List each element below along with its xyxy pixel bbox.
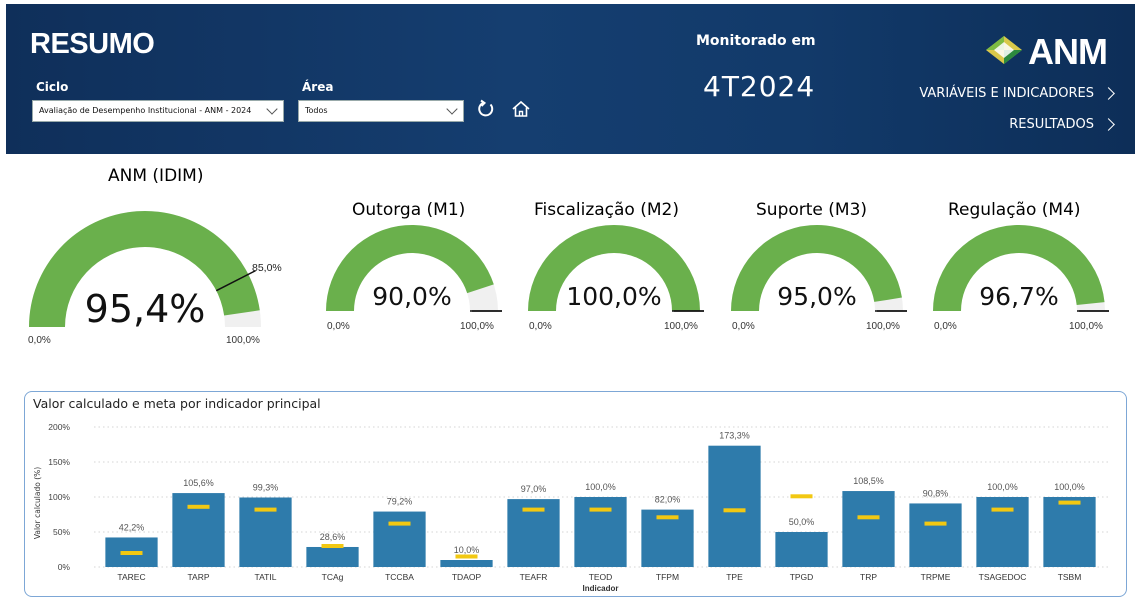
bar-TARP[interactable] — [172, 493, 225, 567]
bar-TSBM[interactable] — [1043, 497, 1096, 567]
bar-TSAGEDOC[interactable] — [976, 497, 1029, 567]
x-tick-label: TARP — [187, 572, 209, 582]
data-label: 100,0% — [585, 482, 616, 492]
gauge-m4: 96,7% 0,0% 100,0% — [933, 225, 1109, 332]
gauge-max-label: 100,0% — [866, 321, 900, 332]
x-tick-label: TSBM — [1058, 572, 1082, 582]
gauge-idim: 95,4% 0,0% 100,0% 85,0% — [28, 211, 282, 346]
x-tick-label: TSAGEDOC — [979, 572, 1027, 582]
meta-marker-TAREC — [120, 551, 143, 555]
x-tick-label: TPGD — [790, 572, 814, 582]
meta-marker-TSAGEDOC — [991, 507, 1014, 512]
gauge-max-label: 100,0% — [1069, 321, 1103, 332]
meta-marker-TPGD — [790, 494, 813, 499]
gauge-value: 96,7% — [979, 282, 1058, 311]
bar-TRP[interactable] — [842, 491, 895, 567]
x-tick-label: TFPM — [656, 572, 679, 582]
y-axis-label: Valor calculado (%) — [33, 467, 42, 539]
y-tick-label: 50% — [53, 527, 70, 537]
meta-marker-TARP — [187, 504, 210, 509]
data-label: 100,0% — [987, 482, 1018, 492]
bar-TDAOP[interactable] — [440, 560, 493, 567]
gauge-min-label: 0,0% — [28, 335, 51, 346]
gauge-target-label: 85,0% — [252, 262, 282, 274]
data-label: 105,6% — [183, 478, 214, 488]
bar-TCAg[interactable] — [306, 546, 359, 567]
meta-marker-TATIL — [254, 507, 277, 512]
x-axis-label: Indicador — [582, 584, 618, 593]
meta-marker-TCCBA — [388, 521, 411, 526]
gauge-max-label: 100,0% — [460, 321, 494, 332]
gauge-min-label: 0,0% — [934, 321, 957, 332]
meta-marker-TFPM — [656, 515, 679, 520]
data-label: 79,2% — [387, 497, 413, 507]
x-tick-label: TRP — [860, 572, 877, 582]
data-label: 108,5% — [853, 476, 884, 486]
y-tick-label: 100% — [48, 492, 70, 502]
meta-marker-TDAOP — [455, 554, 478, 559]
meta-marker-TPE — [723, 508, 746, 513]
bar-TPGD[interactable] — [775, 532, 828, 567]
x-tick-label: TAREC — [117, 572, 145, 582]
x-tick-label: TCAg — [322, 572, 344, 582]
data-label: 10,0% — [454, 545, 480, 555]
x-tick-label: TPE — [726, 572, 743, 582]
gauge-min-label: 0,0% — [327, 321, 350, 332]
data-label: 99,3% — [253, 482, 279, 492]
bar-TPE[interactable] — [708, 445, 761, 567]
gauge-min-label: 0,0% — [732, 321, 755, 332]
data-label: 90,8% — [923, 488, 949, 498]
meta-marker-TSBM — [1058, 500, 1081, 505]
data-label: 100,0% — [1054, 482, 1085, 492]
gauge-value: 95,0% — [777, 282, 856, 311]
y-tick-label: 150% — [48, 457, 70, 467]
gauge-min-label: 0,0% — [529, 321, 552, 332]
data-label: 97,0% — [521, 484, 547, 494]
x-tick-label: TEOD — [589, 572, 613, 582]
dashboard: RESUMO Ciclo Avaliação de Desempenho Ins… — [0, 0, 1135, 598]
x-tick-label: TCCBA — [385, 572, 414, 582]
meta-marker-TCAg — [321, 544, 344, 548]
meta-marker-TRPME — [924, 521, 947, 526]
bar-chart: Valor calculado (%) 0% 50% 100% 150% 200% 42,2… — [33, 422, 1109, 593]
gauge-value: 90,0% — [372, 282, 451, 311]
data-label: 42,2% — [119, 522, 145, 532]
gauge-max-label: 100,0% — [226, 335, 260, 346]
x-tick-label: TATIL — [255, 572, 277, 582]
meta-marker-TRP — [857, 515, 880, 520]
data-label: 28,6% — [320, 532, 346, 542]
x-tick-label: TEAFR — [520, 572, 548, 582]
gauge-m3: 95,0% 0,0% 100,0% — [731, 224, 907, 332]
meta-marker-TEAFR — [522, 507, 545, 512]
meta-marker-TEOD — [589, 507, 612, 512]
gauges-area: 95,4%0,0% 100,0%85,0%90,0%0,0% 100,0%100,0… — [28, 211, 1109, 346]
y-tick-label: 0% — [58, 562, 71, 572]
gauge-value: 95,4% — [85, 287, 206, 331]
x-tick-label: TDAOP — [452, 572, 482, 582]
data-label: 173,3% — [719, 431, 750, 441]
bar-TRPME[interactable] — [909, 503, 962, 567]
data-label: 50,0% — [789, 517, 815, 527]
y-tick-label: 200% — [48, 422, 70, 432]
bar-TEOD[interactable] — [574, 497, 627, 567]
x-tick-label: TRPME — [921, 572, 951, 582]
data-label: 82,0% — [655, 495, 681, 505]
gauge-max-label: 100,0% — [664, 321, 698, 332]
gauge-m2: 100,0% 0,0% 100,0% — [528, 225, 704, 332]
gauge-m1: 90,0% 0,0% 100,0% — [326, 225, 502, 332]
gauge-value: 100,0% — [566, 282, 661, 311]
bar-TCCBA[interactable] — [373, 511, 426, 567]
